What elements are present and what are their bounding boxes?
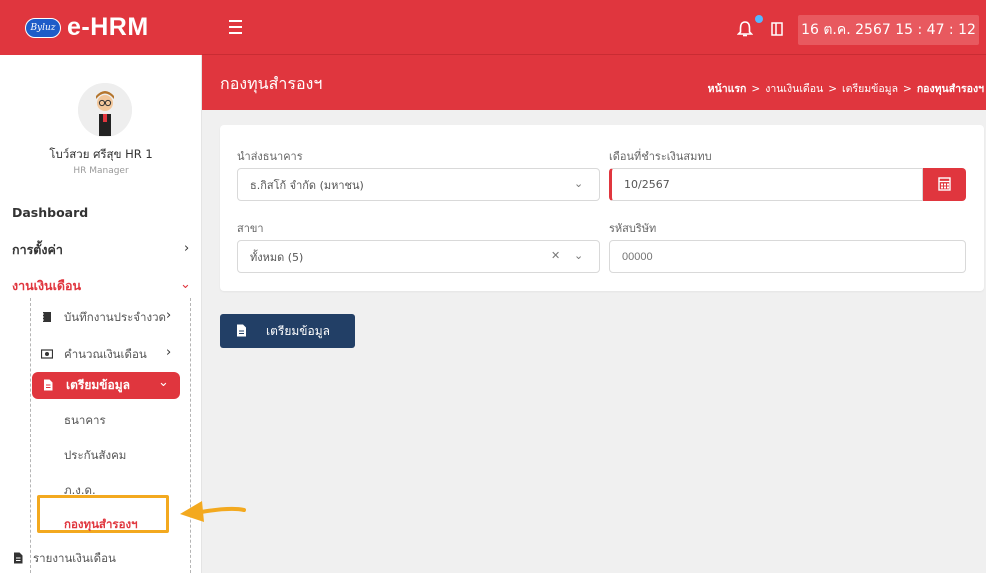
notification-dot [755,15,763,23]
bank-select[interactable]: ธ.กิสโก้ จำกัด (มหาชน) [237,168,600,201]
filter-form-card: นำส่งธนาคาร ธ.กิสโก้ จำกัด (มหาชน) ⌄ เดื… [220,125,984,291]
payment-month-value: 10/2567 [624,178,670,191]
notification-bell-icon[interactable] [737,20,753,38]
bank-label: นำส่งธนาคาร [237,150,303,163]
sidebar-item-daily-record[interactable]: บันทึกงานประจำงวด [64,309,166,327]
submenu-guide-left [30,298,31,573]
logo-area[interactable]: Byluz e-HRM [0,0,202,55]
money-icon [41,349,53,359]
user-avatar[interactable] [78,83,132,137]
chevron-down-icon: ⌄ [180,277,191,292]
branch-select-value: ทั้งหมด (5) [250,250,304,264]
prepare-data-button-label: เตรียมข้อมูล [266,323,330,338]
document-icon [237,324,246,337]
current-datetime: 16 ต.ค. 2567 15 : 47 : 12 [798,15,979,45]
calendar-icon [938,177,951,191]
user-role: HR Manager [73,166,129,176]
branch-select[interactable]: ทั้งหมด (5) [237,240,600,273]
calendar-button[interactable] [923,168,966,201]
app-logo-text: e-HRM [67,13,149,41]
sidebar-item-prepare-data-label: เตรียมข้อมูล [66,378,130,392]
notebook-icon [42,312,51,322]
clear-icon[interactable]: ✕ [551,249,560,262]
avatar-illustration [78,83,132,137]
chevron-down-icon: ⌄ [574,249,584,262]
sidebar-item-salary-report[interactable]: รายงานเงินเดือน [33,550,116,568]
company-code-input[interactable] [609,240,966,273]
sidebar: โบว์สวย ศรีสุข HR 1 HR Manager Dashboard… [0,55,202,573]
breadcrumb-prepare[interactable]: เตรียมข้อมูล [842,83,898,95]
chevron-right-icon: › [166,345,172,360]
pointer-arrow-icon [180,501,246,522]
document-icon [44,379,53,391]
user-name: โบว์สวย ศรีสุข HR 1 [49,147,153,161]
sidebar-item-social-security[interactable]: ประกันสังคม [64,447,126,465]
branch-label: สาขา [237,222,264,235]
chevron-down-icon: ⌄ [158,375,169,390]
payment-month-label: เดือนที่ชำระเงินสมทบ [609,150,712,163]
page-title: กองทุนสำรองฯ [220,74,323,93]
report-document-icon [14,552,23,564]
sidebar-item-dashboard[interactable]: Dashboard [12,205,88,220]
page-header: กองทุนสำรองฯ หน้าแรก > งานเงินเดือน > เตรียม… [202,55,986,110]
submenu-guide-right [190,298,191,573]
manual-book-icon[interactable] [771,22,783,36]
breadcrumb-home[interactable]: หน้าแรก [708,83,747,95]
sidebar-item-provident-fund[interactable]: กองทุนสำรองฯ [64,516,138,534]
sidebar-item-calc-salary[interactable]: คำนวณเงินเดือน [64,346,147,364]
bank-select-value: ธ.กิสโก้ จำกัด (มหาชน) [250,178,364,192]
hamburger-menu-icon[interactable] [229,20,242,34]
breadcrumb-payroll[interactable]: งานเงินเดือน [765,83,823,95]
sidebar-item-payroll[interactable]: งานเงินเดือน [12,276,81,296]
sidebar-item-bank[interactable]: ธนาคาร [64,412,106,430]
chevron-right-icon: › [166,308,172,323]
prepare-data-button[interactable]: เตรียมข้อมูล [220,314,355,348]
chevron-right-icon: › [184,241,190,256]
company-code-label: รหัสบริษัท [609,222,657,235]
brand-badge: Byluz [25,17,61,38]
breadcrumb: หน้าแรก > งานเงินเดือน > เตรียมข้อมูล > กองทุน… [707,83,984,95]
sidebar-item-settings[interactable]: การตั้งค่า [12,240,63,260]
breadcrumb-current: กองทุนสำรองฯ [916,83,984,95]
top-bar: Byluz e-HRM 16 ต.ค. 2567 15 : 47 : 12 [0,0,986,55]
chevron-down-icon: ⌄ [574,177,584,190]
payment-month-input[interactable]: 10/2567 [609,168,923,201]
